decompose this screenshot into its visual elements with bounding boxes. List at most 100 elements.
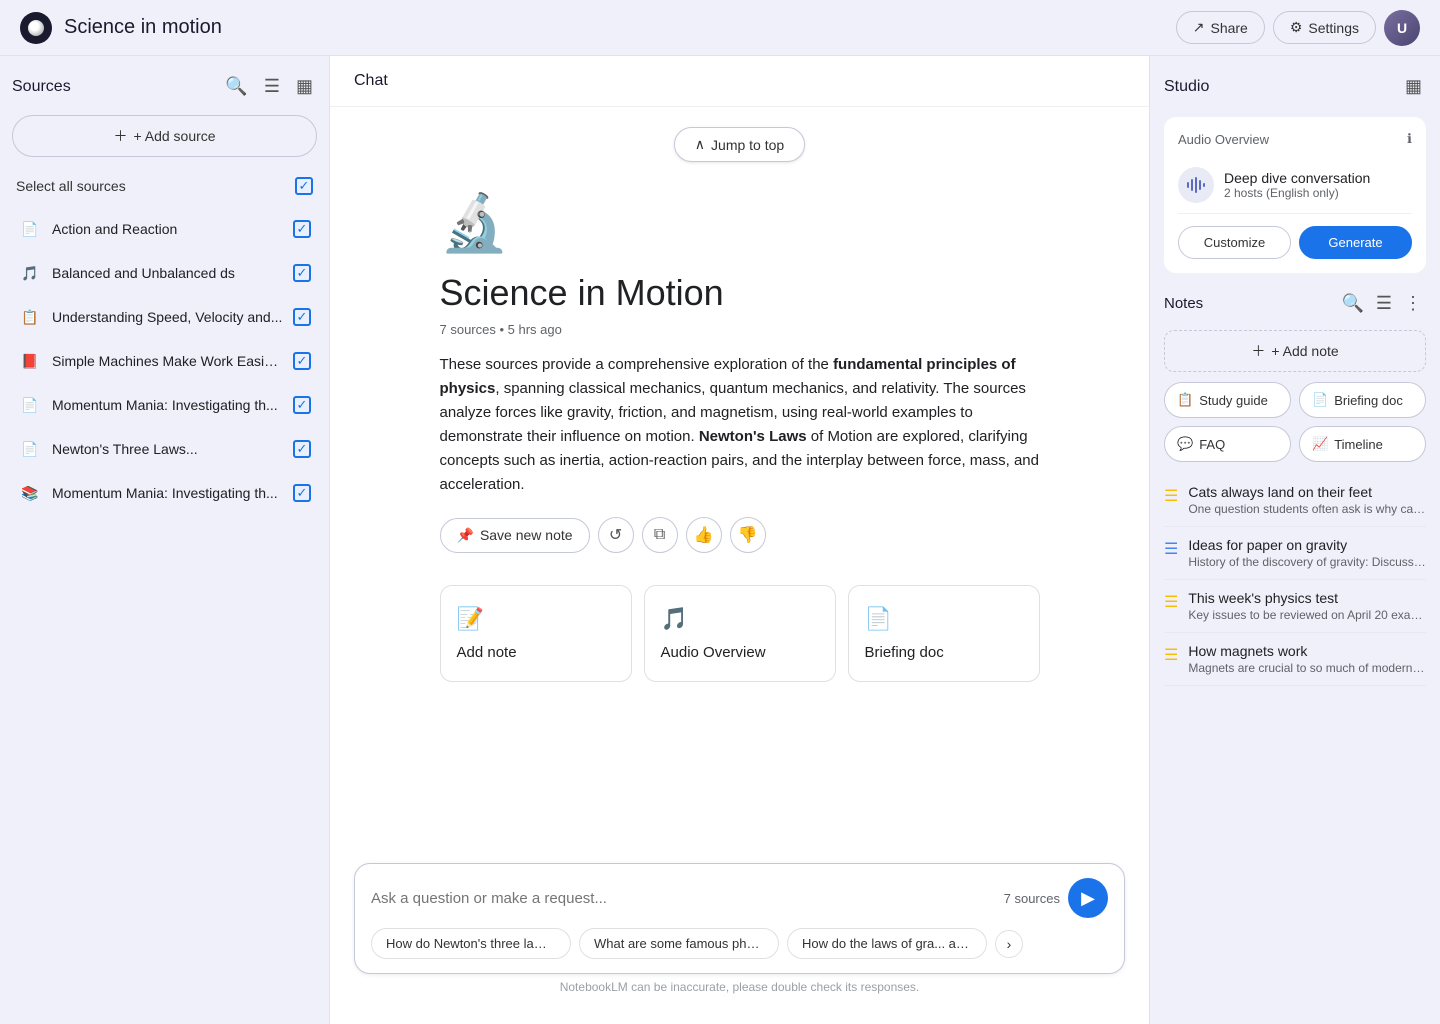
card-label: Add note — [457, 644, 517, 661]
settings-button[interactable]: ⚙ Settings — [1273, 11, 1376, 44]
deep-dive-card: Deep dive conversation 2 hosts (English … — [1178, 157, 1412, 214]
note-item-n3[interactable]: ☰ This week's physics test Key issues to… — [1164, 580, 1426, 633]
filter-sources-button[interactable]: ☰ — [260, 72, 284, 101]
pin-icon: 📌 — [457, 527, 474, 544]
thumbs-down-button[interactable]: 👎 — [730, 517, 766, 553]
sidebar: Sources 🔍 ☰ ▦ ＋ + Add source Select all … — [0, 56, 330, 1024]
chat-content: ∧ Jump to top 🔬 Science in Motion 7 sour… — [330, 107, 1149, 851]
study-guide-icon: 📋 — [1177, 392, 1193, 408]
chat-card-c1[interactable]: 📝 Add note — [440, 585, 632, 682]
source-checkbox[interactable]: ✓ — [293, 352, 311, 370]
note-title: Cats always land on their feet — [1188, 484, 1426, 500]
source-type-icon: 📄 — [18, 217, 42, 241]
note-preview: One question students often ask is why c… — [1188, 502, 1426, 516]
note-title: Ideas for paper on gravity — [1188, 537, 1426, 553]
chat-card-c3[interactable]: 📄 Briefing doc — [848, 585, 1040, 682]
source-type-icon: 📚 — [18, 481, 42, 505]
chat-input[interactable] — [371, 890, 996, 907]
refresh-button[interactable]: ↺ — [598, 517, 634, 553]
source-checkbox[interactable]: ✓ — [293, 440, 311, 458]
suggestion-chip-2[interactable]: How do the laws of gra... at very high s… — [787, 928, 987, 959]
suggestion-chips: How do Newton's three laws of motion exp… — [371, 928, 1108, 959]
source-item-s4[interactable]: 📕 Simple Machines Make Work Easier... ✓ — [12, 339, 317, 383]
source-type-icon: 📄 — [18, 437, 42, 461]
chat-card-c2[interactable]: 🎵 Audio Overview — [644, 585, 836, 682]
logo-inner — [28, 20, 44, 36]
chat-footer: NotebookLM can be inaccurate, please dou… — [354, 974, 1125, 1004]
generate-button[interactable]: Generate — [1299, 226, 1412, 259]
note-type-faq[interactable]: 💬FAQ — [1164, 426, 1291, 462]
copy-button[interactable]: ⧉ — [642, 517, 678, 553]
source-checkbox[interactable]: ✓ — [293, 220, 311, 238]
note-item-n4[interactable]: ☰ How magnets work Magnets are crucial t… — [1164, 633, 1426, 686]
chat-action-bar: 📌 Save new note ↺ ⧉ 👍 👎 — [440, 517, 1040, 553]
note-item-n1[interactable]: ☰ Cats always land on their feet One que… — [1164, 474, 1426, 527]
add-note-button[interactable]: ＋ + Add note — [1164, 330, 1426, 372]
source-item-s5[interactable]: 📄 Momentum Mania: Investigating th... ✓ — [12, 383, 317, 427]
note-item-n2[interactable]: ☰ Ideas for paper on gravity History of … — [1164, 527, 1426, 580]
customize-button[interactable]: Customize — [1178, 226, 1291, 259]
topbar: Science in motion ↗ Share ⚙ Settings U — [0, 0, 1440, 56]
suggestion-chip-0[interactable]: How do Newton's three laws of motion exp… — [371, 928, 571, 959]
source-item-s3[interactable]: 📋 Understanding Speed, Velocity and... ✓ — [12, 295, 317, 339]
briefing-doc-icon: 📄 — [1312, 392, 1328, 408]
deep-dive-info: Deep dive conversation 2 hosts (English … — [1224, 170, 1412, 200]
source-type-icon: 🎵 — [18, 261, 42, 285]
share-button[interactable]: ↗ Share — [1176, 11, 1265, 44]
source-item-s7[interactable]: 📚 Momentum Mania: Investigating th... ✓ — [12, 471, 317, 515]
note-type-briefing-doc[interactable]: 📄Briefing doc — [1299, 382, 1426, 418]
source-item-s1[interactable]: 📄 Action and Reaction ✓ — [12, 207, 317, 251]
source-checkbox[interactable]: ✓ — [293, 264, 311, 282]
note-title: This week's physics test — [1188, 590, 1426, 606]
audio-wave-icon — [1178, 167, 1214, 203]
main-layout: Sources 🔍 ☰ ▦ ＋ + Add source Select all … — [0, 56, 1440, 1024]
sort-notes-button[interactable]: ☰ — [1372, 289, 1396, 318]
notebook-summary: These sources provide a comprehensive ex… — [440, 353, 1040, 497]
card-icon: 📝 — [457, 606, 484, 632]
chat-input-row: 7 sources ▶ — [371, 878, 1108, 918]
add-source-button[interactable]: ＋ + Add source — [12, 115, 317, 157]
notes-section: Notes 🔍 ☰ ⋮ ＋ + Add note 📋 Study guide 📄Br… — [1164, 289, 1426, 1008]
source-item-s2[interactable]: 🎵 Balanced and Unbalanced ds ✓ — [12, 251, 317, 295]
source-item-s6[interactable]: 📄 Newton's Three Laws... ✓ — [12, 427, 317, 471]
search-notes-button[interactable]: 🔍 — [1337, 289, 1367, 318]
note-color-icon: ☰ — [1164, 645, 1178, 675]
suggestion-chip-1[interactable]: What are some famous physics experiments… — [579, 928, 779, 959]
notebook-title: Science in Motion — [440, 272, 1040, 314]
send-button[interactable]: ▶ — [1068, 878, 1108, 918]
study-guide-label: Study guide — [1199, 393, 1268, 408]
add-icon: ＋ — [113, 126, 127, 146]
audio-overview-label: Audio Overview ℹ — [1178, 131, 1412, 147]
source-name: Newton's Three Laws... — [52, 441, 283, 457]
chat-main-content: 🔬 Science in Motion 7 sources • 5 hrs ag… — [440, 190, 1040, 702]
note-type-study-guide[interactable]: 📋 Study guide — [1164, 382, 1291, 418]
note-content: This week's physics test Key issues to b… — [1188, 590, 1426, 622]
source-checkbox[interactable]: ✓ — [293, 396, 311, 414]
chat-header: Chat — [330, 56, 1149, 107]
notes-icon-group: 🔍 ☰ ⋮ — [1337, 289, 1426, 318]
chevron-up-icon: ∧ — [695, 136, 705, 153]
faq-icon: 💬 — [1177, 436, 1193, 452]
notes-header: Notes 🔍 ☰ ⋮ — [1164, 289, 1426, 318]
collapse-sidebar-button[interactable]: ▦ — [292, 72, 317, 101]
source-type-icon: 📋 — [18, 305, 42, 329]
select-all-checkbox[interactable]: ✓ — [295, 177, 313, 195]
source-checkbox[interactable]: ✓ — [293, 308, 311, 326]
note-color-icon: ☰ — [1164, 539, 1178, 569]
source-name: Action and Reaction — [52, 221, 283, 237]
jump-to-top-button[interactable]: ∧ Jump to top — [674, 127, 805, 162]
more-notes-button[interactable]: ⋮ — [1400, 289, 1426, 318]
search-sources-button[interactable]: 🔍 — [221, 72, 251, 101]
info-icon[interactable]: ℹ — [1407, 131, 1412, 147]
avatar[interactable]: U — [1384, 10, 1420, 46]
studio-layout-button[interactable]: ▦ — [1401, 72, 1426, 101]
note-preview: Magnets are crucial to so much of modern… — [1188, 661, 1426, 675]
save-note-button[interactable]: 📌 Save new note — [440, 518, 590, 553]
note-preview: Key issues to be reviewed on April 20 ex… — [1188, 608, 1426, 622]
thumbs-up-button[interactable]: 👍 — [686, 517, 722, 553]
card-label: Audio Overview — [661, 644, 766, 661]
note-type-timeline[interactable]: 📈Timeline — [1299, 426, 1426, 462]
source-name: Simple Machines Make Work Easier... — [52, 353, 283, 369]
suggestions-next-button[interactable]: › — [995, 930, 1023, 958]
source-checkbox[interactable]: ✓ — [293, 484, 311, 502]
